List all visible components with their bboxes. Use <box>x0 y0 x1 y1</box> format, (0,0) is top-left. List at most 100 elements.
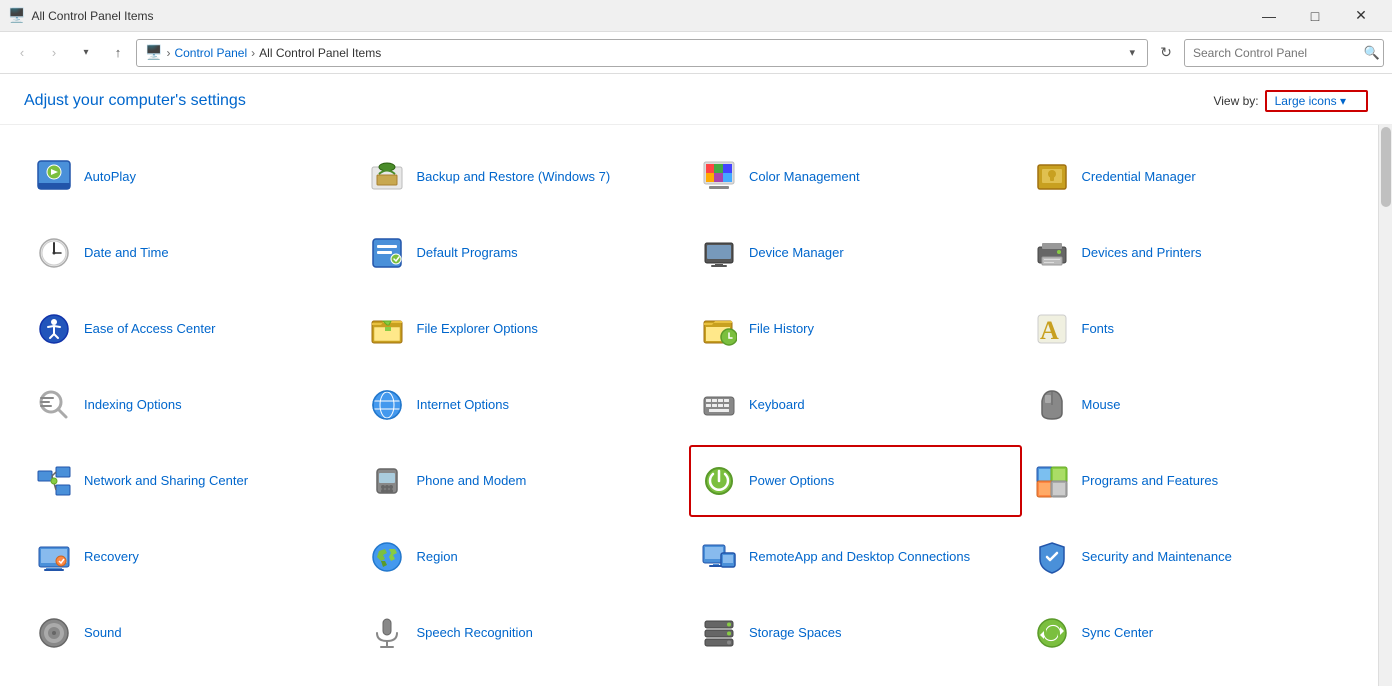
control-item-default-programs[interactable]: Default Programs <box>357 217 690 289</box>
programs-features-icon <box>1032 461 1072 501</box>
control-item-system[interactable]: System <box>24 673 357 686</box>
default-programs-label: Default Programs <box>417 245 518 262</box>
path-icon: 🖥️ <box>145 44 162 61</box>
items-grid: AutoPlay Backup and Restore (Windows 7) Co… <box>0 125 1378 686</box>
search-input[interactable] <box>1184 39 1384 67</box>
search-button[interactable]: 🔍 <box>1364 45 1380 61</box>
color-management-icon <box>699 157 739 197</box>
close-button[interactable]: ✕ <box>1338 0 1384 32</box>
scrollbar-track[interactable] <box>1378 125 1392 686</box>
network-sharing-icon <box>34 461 74 501</box>
recovery-label: Recovery <box>84 549 139 566</box>
security-maintenance-icon <box>1032 537 1072 577</box>
control-item-speech-recognition[interactable]: Speech Recognition <box>357 597 690 669</box>
control-item-security-maintenance[interactable]: Security and Maintenance <box>1022 521 1355 593</box>
control-item-storage-spaces[interactable]: Storage Spaces <box>689 597 1022 669</box>
control-item-backup-restore[interactable]: Backup and Restore (Windows 7) <box>357 141 690 213</box>
phone-modem-label: Phone and Modem <box>417 473 527 490</box>
date-time-label: Date and Time <box>84 245 169 262</box>
keyboard-icon <box>699 385 739 425</box>
refresh-button[interactable]: ↻ <box>1152 39 1180 67</box>
control-item-mouse[interactable]: Mouse <box>1022 369 1355 441</box>
path-separator-1: › <box>166 46 170 60</box>
control-item-taskbar-navigation[interactable]: Taskbar and Navigation <box>357 673 690 686</box>
region-label: Region <box>417 549 458 566</box>
window-icon: 🖥️ <box>8 7 25 24</box>
control-item-sound[interactable]: Sound <box>24 597 357 669</box>
phone-modem-icon <box>367 461 407 501</box>
content-header: Adjust your computer's settings View by:… <box>0 74 1392 125</box>
fonts-label: Fonts <box>1082 321 1115 338</box>
mouse-icon <box>1032 385 1072 425</box>
control-item-power-options[interactable]: Power Options <box>689 445 1022 517</box>
programs-features-label: Programs and Features <box>1082 473 1219 490</box>
path-dropdown-button[interactable]: ▾ <box>1125 46 1139 59</box>
autoplay-icon <box>34 157 74 197</box>
title-bar-left: 🖥️ All Control Panel Items <box>8 7 154 24</box>
mouse-label: Mouse <box>1082 397 1121 414</box>
backup-restore-label: Backup and Restore (Windows 7) <box>417 169 611 186</box>
file-history-label: File History <box>749 321 814 338</box>
region-icon <box>367 537 407 577</box>
storage-spaces-icon <box>699 613 739 653</box>
sync-center-icon <box>1032 613 1072 653</box>
view-dropdown-label: Large icons ▾ <box>1275 94 1346 108</box>
control-item-color-management[interactable]: Color Management <box>689 141 1022 213</box>
speech-recognition-icon <box>367 613 407 653</box>
internet-options-label: Internet Options <box>417 397 510 414</box>
dropdown-recent-button[interactable]: ▾ <box>72 39 100 67</box>
control-item-credential-manager[interactable]: Credential Manager <box>1022 141 1355 213</box>
path-all-items: All Control Panel Items <box>259 46 381 60</box>
control-item-keyboard[interactable]: Keyboard <box>689 369 1022 441</box>
remoteapp-label: RemoteApp and Desktop Connections <box>749 549 970 566</box>
control-item-device-manager[interactable]: Device Manager <box>689 217 1022 289</box>
device-manager-label: Device Manager <box>749 245 844 262</box>
sync-center-label: Sync Center <box>1082 625 1154 642</box>
file-history-icon <box>699 309 739 349</box>
file-explorer-options-label: File Explorer Options <box>417 321 538 338</box>
device-manager-icon <box>699 233 739 273</box>
control-item-devices-printers[interactable]: Devices and Printers <box>1022 217 1355 289</box>
speech-recognition-label: Speech Recognition <box>417 625 533 642</box>
control-item-fonts[interactable]: A Fonts <box>1022 293 1355 365</box>
control-item-ease-of-access[interactable]: Ease of Access Center <box>24 293 357 365</box>
control-item-programs-features[interactable]: Programs and Features <box>1022 445 1355 517</box>
control-item-indexing-options[interactable]: Indexing Options <box>24 369 357 441</box>
address-path[interactable]: 🖥️ › Control Panel › All Control Panel I… <box>136 39 1148 67</box>
scrollbar-thumb[interactable] <box>1381 127 1391 207</box>
path-control-panel: Control Panel <box>174 46 247 60</box>
ease-of-access-icon <box>34 309 74 349</box>
title-bar: 🖥️ All Control Panel Items — □ ✕ <box>0 0 1392 32</box>
control-item-file-explorer-options[interactable]: File Explorer Options <box>357 293 690 365</box>
view-dropdown-button[interactable]: Large icons ▾ <box>1265 90 1368 112</box>
control-item-network-sharing[interactable]: Network and Sharing Center <box>24 445 357 517</box>
control-item-phone-modem[interactable]: Phone and Modem <box>357 445 690 517</box>
credential-manager-label: Credential Manager <box>1082 169 1196 186</box>
up-button[interactable]: ↑ <box>104 39 132 67</box>
control-item-user-accounts[interactable]: User Accounts <box>1022 673 1355 686</box>
minimize-button[interactable]: — <box>1246 0 1292 32</box>
control-item-autoplay[interactable]: AutoPlay <box>24 141 357 213</box>
internet-options-icon <box>367 385 407 425</box>
color-management-label: Color Management <box>749 169 860 186</box>
maximize-button[interactable]: □ <box>1292 0 1338 32</box>
network-sharing-label: Network and Sharing Center <box>84 473 248 490</box>
view-by-label: View by: <box>1213 94 1258 108</box>
control-item-sync-center[interactable]: Sync Center <box>1022 597 1355 669</box>
backup-restore-icon <box>367 157 407 197</box>
recovery-icon <box>34 537 74 577</box>
svg-text:A: A <box>1040 316 1059 345</box>
credential-manager-icon <box>1032 157 1072 197</box>
control-item-file-history[interactable]: File History <box>689 293 1022 365</box>
back-button[interactable]: ‹ <box>8 39 36 67</box>
control-item-date-time[interactable]: Date and Time <box>24 217 357 289</box>
control-item-internet-options[interactable]: Internet Options <box>357 369 690 441</box>
control-item-remoteapp[interactable]: RemoteApp and Desktop Connections <box>689 521 1022 593</box>
sound-label: Sound <box>84 625 122 642</box>
control-item-recovery[interactable]: Recovery <box>24 521 357 593</box>
forward-button[interactable]: › <box>40 39 68 67</box>
control-item-troubleshooting[interactable]: Troubleshooting <box>689 673 1022 686</box>
indexing-options-icon <box>34 385 74 425</box>
address-bar: ‹ › ▾ ↑ 🖥️ › Control Panel › All Control… <box>0 32 1392 74</box>
control-item-region[interactable]: Region <box>357 521 690 593</box>
